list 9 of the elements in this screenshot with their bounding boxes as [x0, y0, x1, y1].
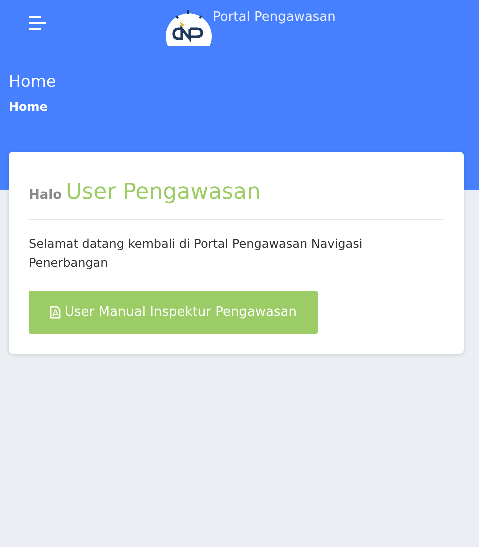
user-manual-button[interactable]: User Manual Inspektur Pengawasan	[29, 291, 318, 334]
page-title: Home	[9, 72, 58, 91]
user-name: User Pengawasan	[66, 180, 261, 205]
greeting-text: Halo	[29, 188, 62, 203]
menu-icon[interactable]	[29, 16, 47, 30]
pdf-file-icon	[50, 306, 61, 319]
welcome-message: Selamat datang kembali di Portal Pengawasan Navigasi Penerbangan	[29, 236, 364, 272]
breadcrumb-link[interactable]: Home	[9, 100, 470, 114]
app-title: Portal Pengawasan	[213, 10, 336, 24]
